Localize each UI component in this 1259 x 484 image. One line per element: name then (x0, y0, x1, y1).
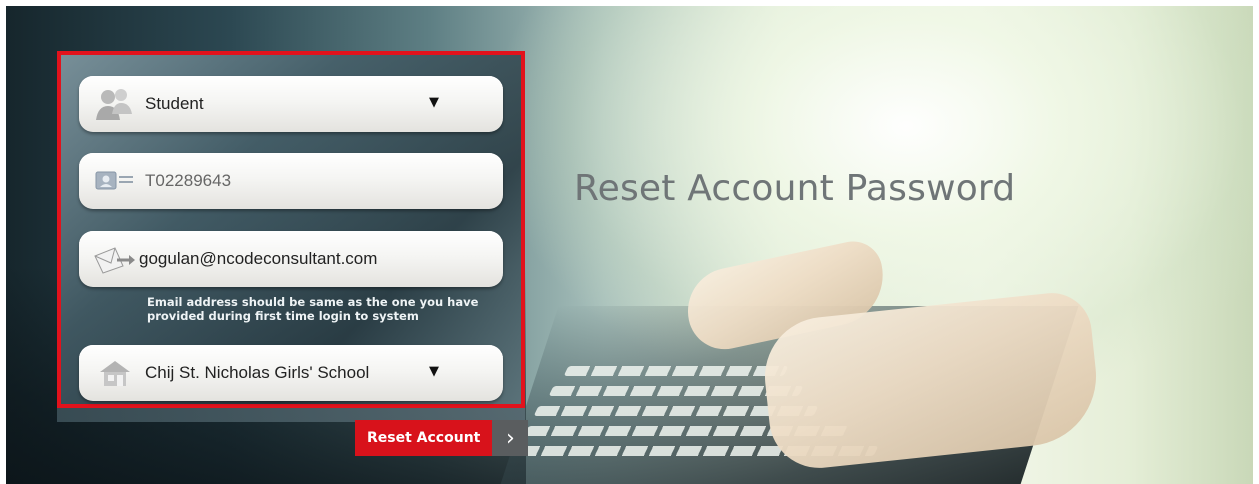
chevron-down-icon: ▼ (429, 364, 439, 379)
user-id-field[interactable]: T02289643 (79, 153, 503, 209)
email-input[interactable]: gogulan@ncodeconsultant.com (139, 249, 377, 269)
user-type-value: Student (145, 94, 204, 113)
email-field[interactable]: gogulan@ncodeconsultant.com (79, 231, 503, 287)
school-select[interactable]: Chij St. Nicholas Girls' School ▼ (79, 345, 503, 401)
reset-form-panel: Student ▼ T02289643 gogulan@ncodeconsult… (57, 51, 525, 408)
id-card-icon (93, 161, 137, 201)
school-value: Chij St. Nicholas Girls' School (145, 363, 370, 382)
reset-account-label: Reset Account (355, 420, 493, 456)
house-icon (93, 353, 137, 393)
chevron-right-icon: › (492, 420, 529, 456)
email-hint: Email address should be same as the one … (147, 295, 479, 323)
page-title: Reset Account Password (574, 168, 1016, 210)
user-type-select[interactable]: Student ▼ (79, 76, 503, 132)
reset-account-button[interactable]: Reset Account › (355, 420, 529, 456)
chevron-down-icon: ▼ (429, 95, 439, 110)
users-icon (93, 84, 137, 124)
envelope-icon (93, 239, 137, 279)
user-id-input[interactable]: T02289643 (145, 171, 231, 191)
